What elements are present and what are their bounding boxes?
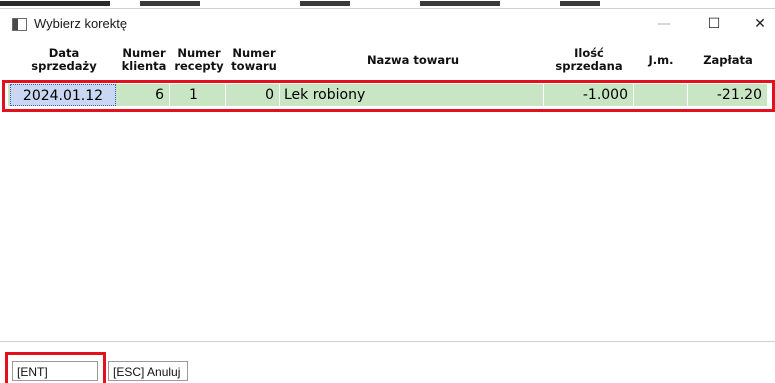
background-strip-segment (0, 1, 110, 6)
window-title: Wybierz korektę (34, 16, 128, 31)
minimize-button[interactable]: — (644, 13, 684, 35)
close-button[interactable]: ✕ (740, 13, 775, 35)
column-header-numer-klienta[interactable]: Numer klienta (118, 41, 170, 79)
bottom-divider (0, 341, 775, 342)
column-header-zaplata[interactable]: Zapłata (688, 41, 768, 79)
window-app-icon (12, 18, 27, 31)
cancel-button[interactable]: [ESC] Anuluj (108, 361, 188, 381)
background-strip-segment (420, 1, 500, 6)
column-header-numer-recepty[interactable]: Numer recepty (172, 41, 226, 79)
maximize-button[interactable]: ☐ (694, 13, 734, 35)
background-strip-segment (300, 1, 350, 6)
button-highlight-frame (5, 352, 106, 383)
column-header-ilosc-sprzedana[interactable]: Ilość sprzedana (544, 41, 634, 79)
background-strip-segment (140, 1, 200, 6)
column-header-jm[interactable]: J.m. (634, 41, 688, 79)
table-header: Data sprzedaży Numer klienta Numer recep… (0, 41, 775, 79)
window-titlebar[interactable]: Wybierz korektę — ☐ ✕ (0, 8, 775, 39)
column-header-nazwa-towaru[interactable]: Nazwa towaru (282, 41, 544, 79)
column-header-numer-towaru[interactable]: Numer towaru (228, 41, 280, 79)
column-header-data-sprzedazy[interactable]: Data sprzedaży (10, 41, 118, 79)
row-highlight-frame (2, 80, 775, 112)
background-window-strip (0, 0, 775, 8)
background-strip-segment (560, 1, 600, 6)
